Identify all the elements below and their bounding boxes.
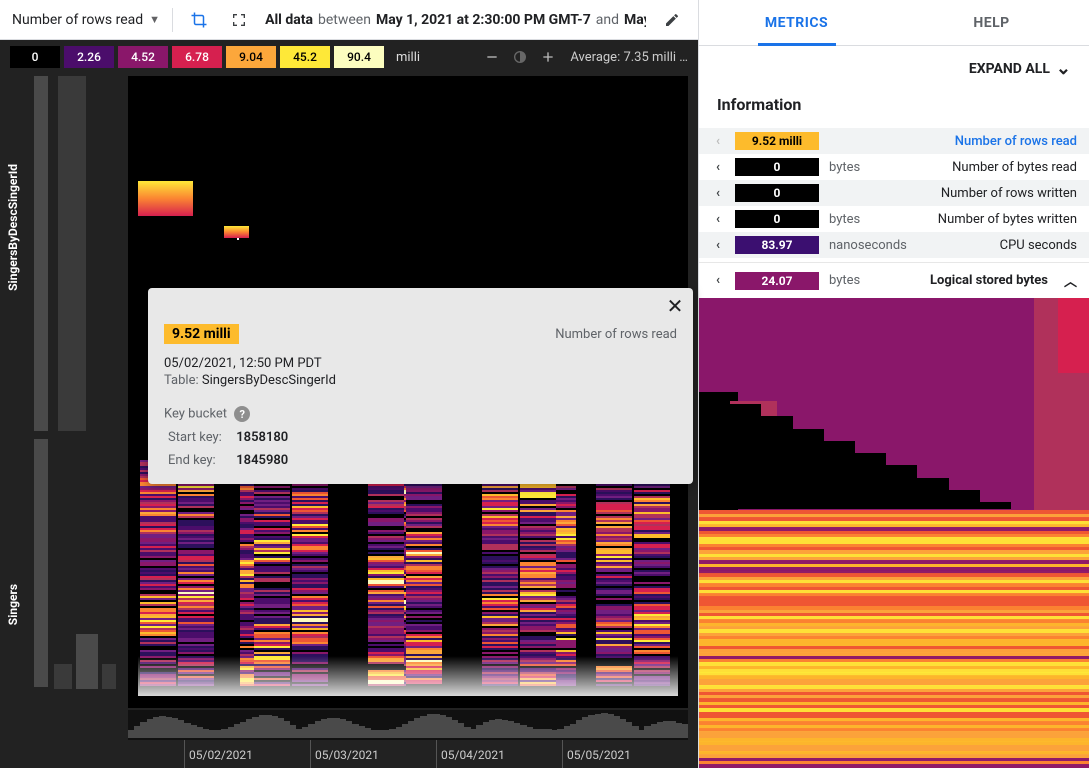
tooltip-startkey-label: Start key: bbox=[168, 430, 233, 445]
legend-swatch: 4.52 bbox=[118, 46, 168, 68]
expand-all-label: EXPAND ALL bbox=[969, 61, 1050, 77]
chevron-down-icon: ⌄ bbox=[1056, 58, 1071, 79]
tooltip-value-pill: 9.52 milli bbox=[164, 324, 239, 344]
range-mid1: between bbox=[318, 12, 371, 28]
metric-value-box: 9.52 milli bbox=[735, 132, 819, 150]
help-icon[interactable]: ? bbox=[234, 406, 250, 422]
tooltip-startkey: 1858180 bbox=[236, 430, 288, 445]
metric-value-box: 0 bbox=[735, 210, 819, 228]
metric-value-box: 24.07 bbox=[735, 272, 819, 290]
metric-row: ‹ 9.52 milli Number of rows read bbox=[699, 128, 1089, 154]
time-range-display: All data between May 1, 2021 at 2:30:00 … bbox=[265, 12, 646, 28]
metric-row: ‹ 0 bytes Number of bytes written bbox=[699, 206, 1089, 232]
metric-collapse-icon[interactable]: ‹ bbox=[711, 160, 725, 175]
expand-all-button[interactable]: EXPAND ALL ⌄ bbox=[699, 46, 1089, 85]
y-axis-table-top: SingersByDescSingerId bbox=[6, 164, 20, 291]
metric-name: Number of bytes written bbox=[938, 212, 1077, 227]
overview-timeline[interactable]: 05/02/2021 05/03/2021 05/04/2021 05/05/2021 bbox=[128, 710, 688, 768]
legend-swatch: 9.04 bbox=[226, 46, 276, 68]
tooltip-endkey-label: End key: bbox=[168, 453, 233, 468]
cell-tooltip: ✕ 9.52 milli Number of rows read 05/02/2… bbox=[148, 288, 693, 484]
tab-help[interactable]: HELP bbox=[894, 0, 1089, 45]
range-prefix: All data bbox=[265, 12, 313, 28]
color-legend: 02.264.526.789.0445.290.4 milli Average:… bbox=[0, 40, 698, 74]
tooltip-timestamp: 05/02/2021, 12:50 PM PDT bbox=[164, 356, 677, 371]
legend-swatches: 02.264.526.789.0445.290.4 bbox=[10, 46, 384, 68]
timeline-tick: 05/05/2021 bbox=[562, 740, 563, 768]
legend-swatch: 6.78 bbox=[172, 46, 222, 68]
y-axis-table-bottom: Singers bbox=[6, 584, 20, 625]
tooltip-keybucket-label: Key bucket bbox=[164, 407, 227, 422]
metric-collapse-icon[interactable]: ‹ bbox=[711, 186, 725, 201]
chevron-up-icon[interactable]: ︿ bbox=[1064, 271, 1077, 290]
timeline-axis: 05/02/2021 05/03/2021 05/04/2021 05/05/2021 bbox=[128, 740, 688, 768]
metric-dropdown[interactable]: Number of rows read ▼ bbox=[12, 12, 160, 28]
range-start: May 1, 2021 at 2:30:00 PM GMT-7 bbox=[376, 12, 591, 28]
section-title-information: Information bbox=[699, 85, 1089, 128]
metric-unit: bytes bbox=[829, 273, 919, 288]
metric-value-box: 0 bbox=[735, 184, 819, 202]
range-mid2: and bbox=[596, 12, 619, 28]
range-end: May 5, 2 bbox=[624, 12, 646, 28]
metric-collapse-icon[interactable]: ‹ bbox=[711, 212, 725, 227]
legend-swatch: 90.4 bbox=[334, 46, 384, 68]
legend-unit: milli bbox=[396, 50, 420, 65]
legend-swatch: 2.26 bbox=[64, 46, 114, 68]
metric-row-storage: ‹ 24.07 bytes Logical stored bytes ︿ bbox=[699, 262, 1089, 294]
fullscreen-icon[interactable] bbox=[225, 6, 253, 34]
zoom-out-icon[interactable] bbox=[480, 45, 504, 69]
timeline-tick: 05/04/2021 bbox=[436, 740, 437, 768]
chevron-down-icon: ▼ bbox=[149, 13, 160, 26]
metric-name: Number of rows written bbox=[941, 186, 1077, 201]
edit-icon[interactable] bbox=[658, 6, 686, 34]
timeline-sparkline bbox=[128, 710, 688, 740]
metric-row: ‹ 0 Number of rows written bbox=[699, 180, 1089, 206]
tooltip-endkey: 1845980 bbox=[236, 453, 288, 468]
tooltip-table-name: SingersByDescSingerId bbox=[202, 373, 336, 388]
divider bbox=[172, 8, 173, 32]
tooltip-metric: Number of rows read bbox=[555, 327, 677, 342]
metric-row: ‹ 83.97 nanoseconds CPU seconds bbox=[699, 232, 1089, 258]
metric-value-box: 0 bbox=[735, 158, 819, 176]
tab-metrics[interactable]: METRICS bbox=[699, 0, 894, 45]
metric-name: CPU seconds bbox=[1000, 238, 1077, 253]
metric-dropdown-label: Number of rows read bbox=[12, 12, 143, 28]
metric-value-box: 83.97 bbox=[735, 236, 819, 254]
close-icon[interactable]: ✕ bbox=[663, 294, 687, 318]
metric-unit: nanoseconds bbox=[829, 238, 919, 253]
storage-thumbnail-heatmap[interactable] bbox=[699, 298, 1089, 768]
metric-name: Logical stored bytes bbox=[930, 273, 1048, 288]
tooltip-table-prefix: Table: bbox=[164, 373, 199, 388]
metric-row: ‹ 0 bytes Number of bytes read bbox=[699, 154, 1089, 180]
metric-name: Number of bytes read bbox=[952, 160, 1077, 175]
legend-swatch: 0 bbox=[10, 46, 60, 68]
metric-collapse-icon[interactable]: ‹ bbox=[711, 273, 725, 288]
crop-icon[interactable] bbox=[185, 6, 213, 34]
metric-collapse-icon[interactable]: ‹ bbox=[711, 238, 725, 253]
metric-unit: bytes bbox=[829, 212, 919, 227]
metric-name[interactable]: Number of rows read bbox=[955, 134, 1077, 149]
legend-swatch: 45.2 bbox=[280, 46, 330, 68]
zoom-in-icon[interactable] bbox=[536, 45, 560, 69]
timeline-tick: 05/03/2021 bbox=[310, 740, 311, 768]
auto-contrast-icon[interactable] bbox=[508, 45, 532, 69]
legend-average: Average: 7.35 milli … bbox=[570, 50, 688, 65]
metric-unit: bytes bbox=[829, 160, 919, 175]
timeline-tick: 05/02/2021 bbox=[184, 740, 185, 768]
metric-collapse-icon[interactable]: ‹ bbox=[711, 134, 725, 149]
row-density-gutter bbox=[28, 74, 128, 768]
